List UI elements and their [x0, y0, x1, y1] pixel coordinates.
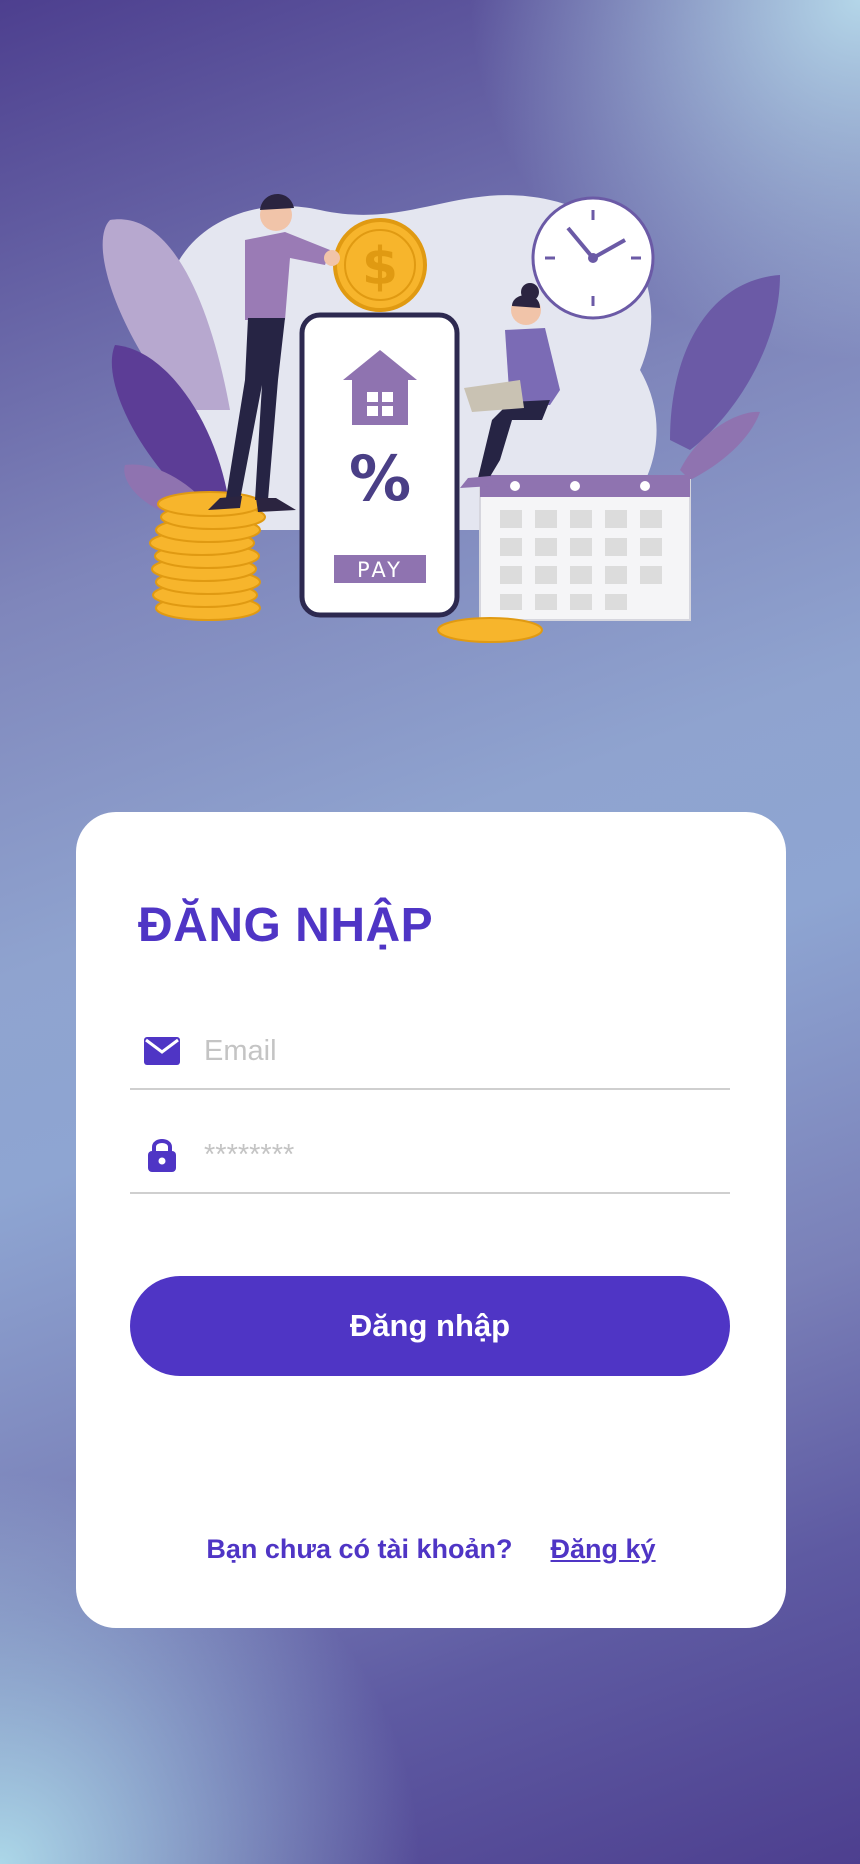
signup-row: Bạn chưa có tài khoản? Đăng ký — [76, 1534, 786, 1565]
coin-flat — [437, 617, 543, 643]
hero-illustration: % PAY $ — [102, 193, 780, 643]
dollar-sign: $ — [362, 237, 398, 297]
mail-icon — [140, 1031, 184, 1071]
pay-label: PAY — [357, 558, 403, 582]
lock-icon — [140, 1135, 184, 1175]
signup-question: Bạn chưa có tài khoản? — [206, 1534, 513, 1564]
calendar-icon — [479, 475, 691, 621]
email-input[interactable] — [202, 1033, 706, 1069]
login-title: ĐĂNG NHẬP — [138, 899, 434, 952]
clock-icon — [531, 196, 655, 320]
email-field[interactable] — [130, 1014, 730, 1090]
login-card: ĐĂNG NHẬP Đăng nhập Bạn chưa có tài khoả… — [76, 812, 786, 1628]
coin-stack — [149, 491, 266, 621]
percent-sign: % — [349, 442, 411, 515]
password-field[interactable] — [130, 1118, 730, 1194]
password-input[interactable] — [202, 1137, 706, 1173]
dollar-coin-icon: $ — [333, 218, 427, 312]
phone-icon: % PAY — [299, 312, 460, 618]
signup-link[interactable]: Đăng ký — [551, 1534, 656, 1565]
login-button[interactable]: Đăng nhập — [130, 1276, 730, 1376]
